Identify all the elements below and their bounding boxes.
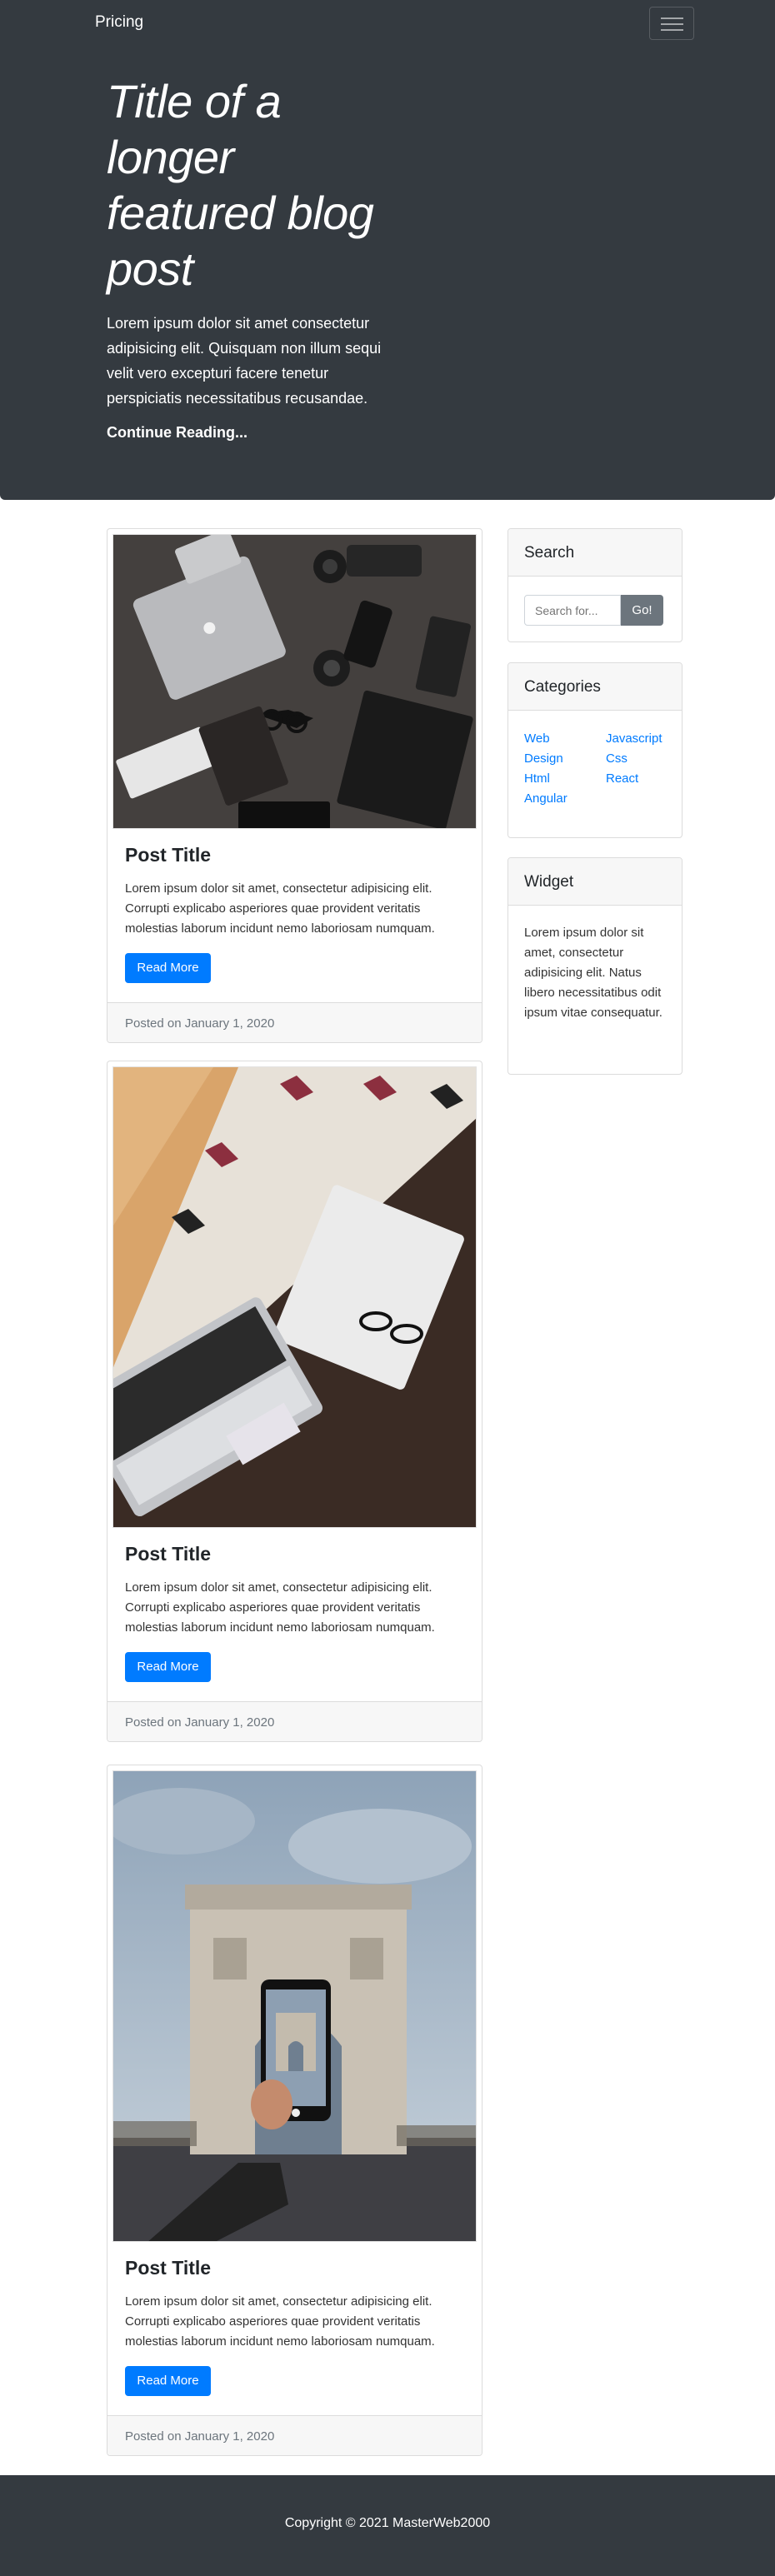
post-title: Post Title [125, 1543, 212, 1565]
category-link-design[interactable]: Design [524, 751, 563, 766]
post-card: Post Title Lorem ipsum dolor sit amet, c… [107, 1765, 482, 2456]
read-more-button[interactable]: Read More [125, 2366, 211, 2396]
side-widget-header: Widget [508, 858, 682, 906]
post-image [112, 1066, 477, 1528]
continue-reading-link[interactable]: Continue Reading... [107, 424, 248, 442]
post-footer: Posted on January 1, 2020 [108, 1701, 482, 1741]
category-link-css[interactable]: Css [606, 751, 628, 766]
post-title: Post Title [125, 2257, 212, 2279]
post-date: Posted on January 1, 2020 [125, 2429, 275, 2444]
search-widget-title: Search [524, 544, 575, 562]
category-link-react[interactable]: React [606, 771, 638, 786]
hamburger-icon-line [661, 23, 683, 25]
side-widget: Widget Lorem ipsum dolor sit amet, conse… [508, 857, 682, 1075]
categories-widget-header: Categories [508, 663, 682, 711]
navbar-toggle-button[interactable] [649, 7, 694, 40]
post-card: Post Title Lorem ipsum dolor sit amet, c… [107, 528, 482, 1043]
hero-jumbotron: Pricing Title of a longer featured blog … [0, 0, 775, 500]
category-link-angular[interactable]: Angular [524, 791, 568, 806]
hero-title: Title of a longer featured blog post [107, 75, 374, 295]
side-widget-title: Widget [524, 873, 574, 891]
category-link-web[interactable]: Web [524, 731, 550, 746]
read-more-button[interactable]: Read More [125, 1652, 211, 1682]
post-excerpt: Lorem ipsum dolor sit amet, consectetur … [125, 1580, 435, 1635]
categories-widget: Categories Web Design Html Angular Javas… [508, 662, 682, 838]
category-link-javascript[interactable]: Javascript [606, 731, 662, 746]
navbar-brand[interactable]: Pricing [95, 13, 143, 32]
post-footer: Posted on January 1, 2020 [108, 2415, 482, 2455]
post-date: Posted on January 1, 2020 [125, 1016, 275, 1031]
post-excerpt: Lorem ipsum dolor sit amet, consectetur … [125, 2294, 435, 2349]
search-widget: Search Go! [508, 528, 682, 642]
post-image [112, 1770, 477, 2242]
hamburger-icon-line [661, 29, 683, 31]
post-date: Posted on January 1, 2020 [125, 1715, 275, 1730]
post-footer: Posted on January 1, 2020 [108, 1002, 482, 1042]
hero-lead-text: Lorem ipsum dolor sit amet consectetur a… [107, 315, 382, 407]
post-card: Post Title Lorem ipsum dolor sit amet, c… [107, 1061, 482, 1742]
categories-widget-title: Categories [524, 678, 601, 696]
category-link-html[interactable]: Html [524, 771, 550, 786]
search-go-button[interactable]: Go! [621, 595, 663, 626]
read-more-button[interactable]: Read More [125, 953, 211, 983]
search-input[interactable] [524, 595, 621, 626]
page-footer: Copyright © 2021 MasterWeb2000 [0, 2475, 775, 2576]
post-excerpt: Lorem ipsum dolor sit amet, consectetur … [125, 881, 435, 936]
copyright-text: Copyright © 2021 MasterWeb2000 [284, 2516, 491, 2530]
post-title: Post Title [125, 844, 212, 866]
hamburger-icon [661, 17, 683, 19]
side-widget-text: Lorem ipsum dolor sit amet, consectetur … [524, 926, 662, 1020]
post-image [112, 534, 477, 829]
search-widget-header: Search [508, 529, 682, 577]
